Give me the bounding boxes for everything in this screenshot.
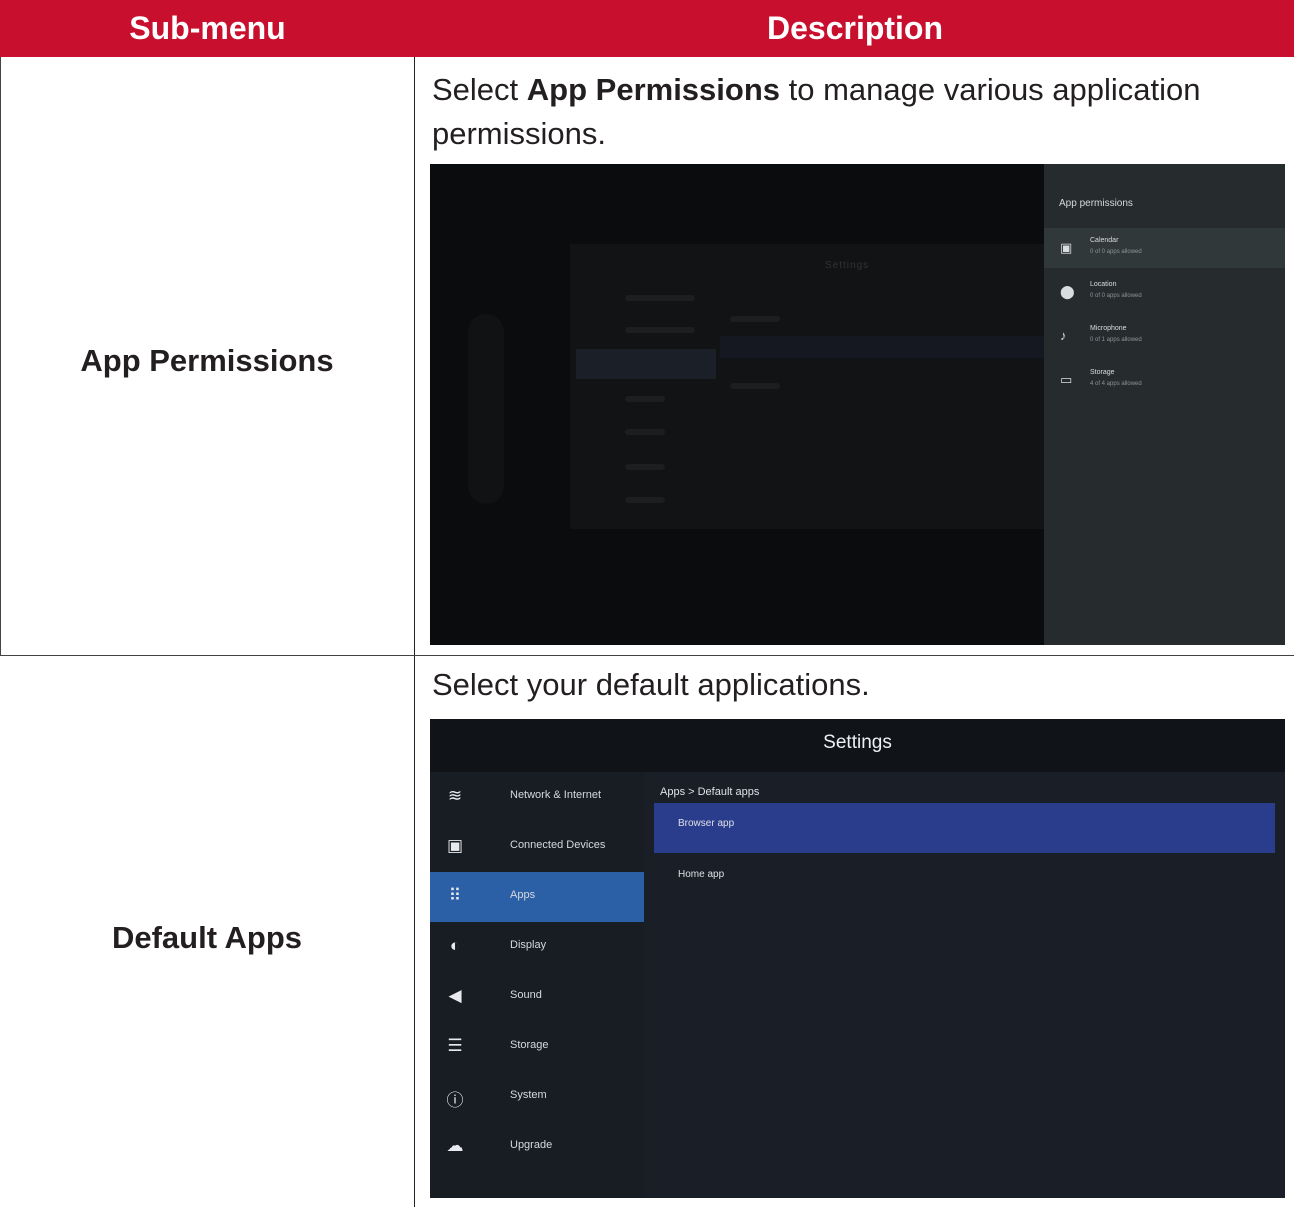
permission-name: Calendar bbox=[1090, 237, 1119, 244]
sidebar-item-label: Apps bbox=[510, 889, 536, 901]
dimmed-toolbar bbox=[468, 314, 504, 504]
row-description-app-permissions: Select App Permissions to manage various… bbox=[432, 72, 1201, 151]
column-divider bbox=[414, 57, 415, 1207]
breadcrumb: Apps > Default apps bbox=[660, 786, 760, 798]
display-brightness-icon: ◐ bbox=[449, 936, 461, 955]
permission-status: 0 of 0 apps allowed bbox=[1090, 293, 1142, 299]
sidebar-item-storage[interactable]: ☰ Storage bbox=[430, 1022, 644, 1072]
sidebar-item-label: Sound bbox=[510, 989, 542, 1001]
connected-devices-icon: ▣ bbox=[446, 836, 464, 855]
sidebar-item-label: Storage bbox=[510, 1039, 549, 1051]
sidebar-item-network[interactable]: ≋ Network & Internet bbox=[430, 772, 644, 822]
speaker-icon: ◀ bbox=[448, 986, 462, 1005]
permission-item-storage[interactable]: ▭ Storage 4 of 4 apps allowed bbox=[1044, 360, 1285, 400]
row-divider bbox=[0, 655, 1294, 656]
dimmed-settings-window bbox=[570, 244, 1050, 529]
dimmed-row bbox=[625, 464, 665, 470]
sidebar-item-label: Network & Internet bbox=[510, 789, 602, 801]
sidebar-item-label: Connected Devices bbox=[510, 839, 606, 851]
app-permissions-panel: App permissions ▣ Calendar 0 of 0 apps a… bbox=[1044, 164, 1285, 645]
dimmed-row bbox=[730, 383, 780, 389]
header-submenu: Sub-menu bbox=[129, 10, 286, 46]
sidebar-item-label: System bbox=[510, 1089, 547, 1101]
wifi-icon: ≋ bbox=[447, 786, 463, 805]
dimmed-selected-item bbox=[576, 349, 716, 379]
settings-sidebar: ≋ Network & Internet ▣ Connected Devices… bbox=[430, 772, 644, 1198]
dimmed-row bbox=[625, 429, 665, 435]
folder-icon: ▭ bbox=[1060, 372, 1073, 387]
option-label: Home app bbox=[678, 869, 725, 880]
settings-title: Settings bbox=[823, 732, 892, 753]
option-browser-app[interactable]: Browser app bbox=[654, 803, 1275, 853]
permission-name: Storage bbox=[1090, 369, 1115, 376]
dimmed-row bbox=[625, 497, 665, 503]
sidebar-item-apps[interactable]: ⠿ Apps bbox=[430, 872, 644, 922]
panel-title: App permissions bbox=[1059, 198, 1133, 209]
sidebar-item-label: Display bbox=[510, 939, 547, 951]
row-description-default-apps: Select your default applications. bbox=[432, 667, 870, 702]
permission-name: Microphone bbox=[1090, 325, 1127, 332]
sidebar-item-upgrade[interactable]: ☁ Upgrade bbox=[430, 1122, 644, 1172]
permission-status: 0 of 0 apps allowed bbox=[1090, 249, 1142, 255]
settings-title-bar: Settings bbox=[430, 719, 1285, 772]
dimmed-row bbox=[625, 396, 665, 402]
settings-main-panel: Apps > Default apps Browser app Home app bbox=[644, 772, 1285, 1198]
header-description: Description bbox=[766, 10, 944, 46]
storage-icon: ☰ bbox=[447, 1036, 463, 1055]
app-permissions-screenshot: Settings App permissions ▣ Calendar 0 of… bbox=[430, 164, 1285, 645]
info-icon: ⓘ bbox=[446, 1091, 464, 1110]
location-pin-icon: ⬤ bbox=[1060, 284, 1075, 299]
permission-item-location[interactable]: ⬤ Location 0 of 0 apps allowed bbox=[1044, 272, 1285, 312]
permission-name: Location bbox=[1090, 281, 1117, 288]
microphone-icon: ♪ bbox=[1060, 328, 1067, 343]
row-label-app-permissions: App Permissions bbox=[80, 343, 334, 378]
default-apps-screenshot: Settings ≋ Network & Internet ▣ Connecte… bbox=[430, 719, 1285, 1198]
permission-status: 0 of 1 apps allowed bbox=[1090, 337, 1142, 343]
sidebar-item-connected-devices[interactable]: ▣ Connected Devices bbox=[430, 822, 644, 872]
permission-item-calendar[interactable]: ▣ Calendar 0 of 0 apps allowed bbox=[1044, 228, 1285, 268]
sidebar-item-label: Upgrade bbox=[510, 1139, 553, 1151]
calendar-icon: ▣ bbox=[1060, 240, 1073, 255]
dimmed-settings-title: Settings bbox=[825, 260, 870, 271]
permission-status: 4 of 4 apps allowed bbox=[1090, 381, 1142, 387]
dimmed-row bbox=[730, 316, 780, 322]
option-home-app[interactable]: Home app bbox=[654, 854, 1275, 904]
sidebar-item-system[interactable]: ⓘ System bbox=[430, 1072, 644, 1122]
dimmed-row bbox=[625, 327, 695, 333]
sidebar-item-sound[interactable]: ◀ Sound bbox=[430, 972, 644, 1022]
option-label: Browser app bbox=[678, 818, 735, 829]
dimmed-row bbox=[625, 295, 695, 301]
table-header: Sub-menu Description bbox=[0, 0, 1294, 57]
apps-grid-icon: ⠿ bbox=[448, 886, 462, 905]
cloud-upload-icon: ☁ bbox=[446, 1136, 464, 1155]
permission-item-microphone[interactable]: ♪ Microphone 0 of 1 apps allowed bbox=[1044, 316, 1285, 356]
sidebar-item-display[interactable]: ◐ Display bbox=[430, 922, 644, 972]
row-label-default-apps: Default Apps bbox=[111, 920, 303, 955]
dimmed-selected-option bbox=[720, 336, 1045, 358]
